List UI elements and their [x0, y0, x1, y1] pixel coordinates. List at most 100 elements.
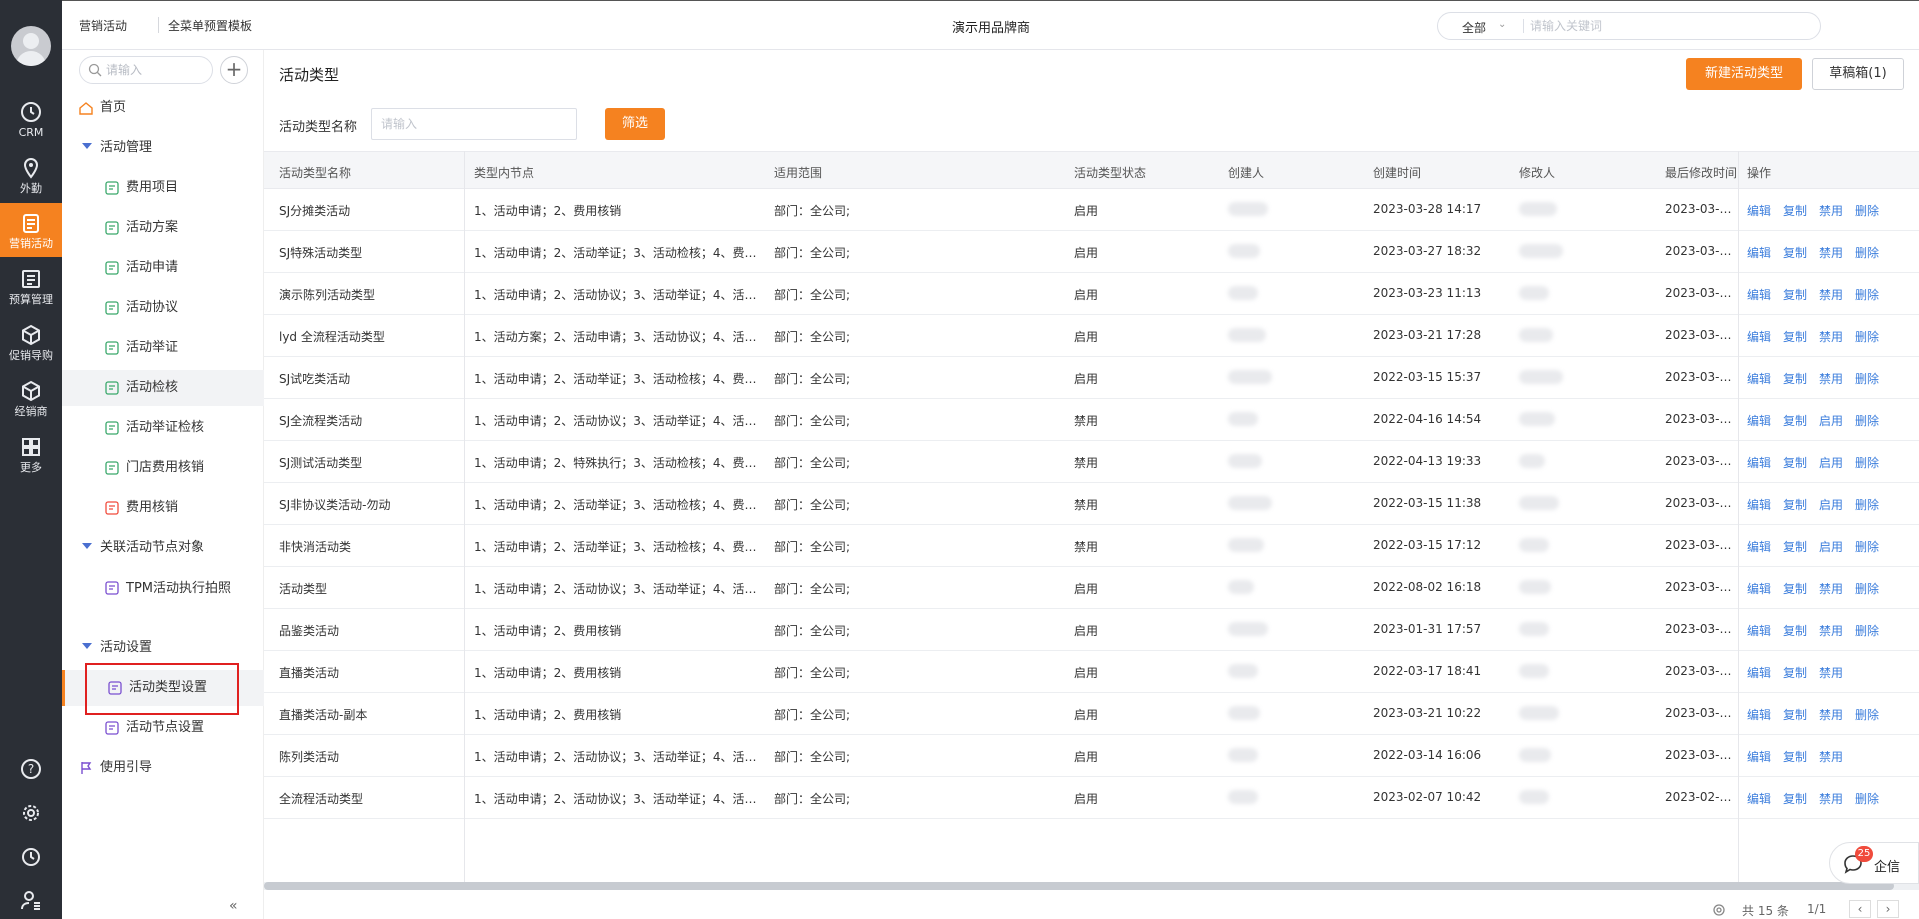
column-header[interactable]: 类型内节点	[474, 164, 534, 181]
activity-type-name[interactable]: SJ非协议类活动-勿动	[279, 496, 459, 513]
row-action-2[interactable]: 禁用	[1819, 286, 1843, 303]
activity-type-name[interactable]: SJ全流程类活动	[279, 412, 459, 429]
row-action-2[interactable]: 禁用	[1819, 244, 1843, 261]
row-action-3[interactable]: 删除	[1855, 286, 1879, 303]
rail-item-0[interactable]: CRM	[0, 92, 62, 146]
row-action-3[interactable]: 删除	[1855, 706, 1879, 723]
filter-button[interactable]: 筛选	[605, 108, 665, 140]
table-row[interactable]: SJ非协议类活动-勿动 1、活动申请；2、活动举证；3、活动检核；4、费用核销 部门…	[264, 483, 1919, 525]
row-action-0[interactable]: 编辑	[1747, 496, 1771, 513]
table-row[interactable]: 非快消活动类 1、活动申请；2、活动举证；3、活动检核；4、费用核销 部门：全公司;…	[264, 525, 1919, 567]
activity-type-name[interactable]: SJ试吃类活动	[279, 370, 459, 387]
table-row[interactable]: SJ分摊类活动 1、活动申请；2、费用核销 部门：全公司; 启用 2023-03-28 …	[264, 189, 1919, 231]
row-action-2[interactable]: 禁用	[1819, 706, 1843, 723]
history-icon[interactable]	[19, 845, 43, 869]
activity-type-name[interactable]: 非快消活动类	[279, 538, 459, 555]
prev-page-button[interactable]: ‹	[1849, 900, 1871, 918]
table-row[interactable]: 陈列类活动 1、活动申请；2、活动协议；3、活动举证；4、活动检核 部门：全公司; 启…	[264, 735, 1919, 777]
sidebar-item-5[interactable]: 活动协议	[62, 290, 264, 326]
rail-item-3[interactable]: 预算管理	[0, 259, 62, 313]
row-action-1[interactable]: 复制	[1783, 454, 1807, 471]
sidebar-item-12[interactable]: TPM活动执行拍照	[62, 570, 264, 626]
column-header[interactable]: 活动类型名称	[279, 164, 351, 181]
row-action-1[interactable]: 复制	[1783, 244, 1807, 261]
page-indicator[interactable]: 1/1	[1807, 902, 1826, 916]
row-action-0[interactable]: 编辑	[1747, 286, 1771, 303]
row-action-0[interactable]: 编辑	[1747, 622, 1771, 639]
row-action-2[interactable]: 禁用	[1819, 328, 1843, 345]
activity-type-name[interactable]: 全流程活动类型	[279, 790, 459, 807]
row-action-0[interactable]: 编辑	[1747, 370, 1771, 387]
help-icon[interactable]: ?	[19, 757, 43, 781]
avatar[interactable]	[11, 26, 51, 66]
row-action-0[interactable]: 编辑	[1747, 706, 1771, 723]
table-row[interactable]: SJ试吃类活动 1、活动申请；2、活动举证；3、活动检核；4、费用核销 部门：全公司…	[264, 357, 1919, 399]
table-row[interactable]: 品鉴类活动 1、活动申请；2、费用核销 部门：全公司; 启用 2023-01-31 17…	[264, 609, 1919, 651]
row-action-0[interactable]: 编辑	[1747, 790, 1771, 807]
table-row[interactable]: 活动类型 1、活动申请；2、活动协议；3、活动举证；4、活动检核 部门：全公司; 启用…	[264, 567, 1919, 609]
rail-item-4[interactable]: 促销导购	[0, 315, 62, 369]
row-action-2[interactable]: 禁用	[1819, 664, 1843, 681]
sidebar-item-9[interactable]: 门店费用核销	[62, 450, 264, 486]
row-action-1[interactable]: 复制	[1783, 748, 1807, 765]
table-row[interactable]: SJ全流程类活动 1、活动申请；2、活动协议；3、活动举证；4、活动检核 部门：全公…	[264, 399, 1919, 441]
crumb-template[interactable]: 全菜单预置模板	[168, 17, 252, 34]
add-menu-button[interactable]: +	[220, 56, 248, 84]
row-action-2[interactable]: 禁用	[1819, 202, 1843, 219]
row-action-1[interactable]: 复制	[1783, 706, 1807, 723]
sidebar-item-8[interactable]: 活动举证检核	[62, 410, 264, 446]
horizontal-scrollbar[interactable]	[264, 882, 1919, 890]
column-header[interactable]: 创建人	[1228, 164, 1264, 181]
global-search-input[interactable]	[1530, 17, 1800, 35]
row-action-2[interactable]: 启用	[1819, 412, 1843, 429]
table-row[interactable]: SJ特殊活动类型 1、活动申请；2、活动举证；3、活动检核；4、费用核销 部门：全公…	[264, 231, 1919, 273]
next-page-button[interactable]: ›	[1877, 900, 1899, 918]
row-action-1[interactable]: 复制	[1783, 412, 1807, 429]
sidebar-item-4[interactable]: 活动申请	[62, 250, 264, 286]
activity-type-name[interactable]: 陈列类活动	[279, 748, 459, 765]
search-scope-select[interactable]: 全部	[1462, 19, 1486, 36]
activity-type-name[interactable]: SJ分摊类活动	[279, 202, 459, 219]
activity-type-name-input[interactable]	[371, 108, 577, 140]
column-header[interactable]: 适用范围	[774, 164, 822, 181]
activity-type-name[interactable]: SJ特殊活动类型	[279, 244, 459, 261]
row-action-1[interactable]: 复制	[1783, 538, 1807, 555]
new-activity-type-button[interactable]: 新建活动类型	[1686, 58, 1802, 90]
activity-type-name[interactable]: lyd 全流程活动类型	[279, 328, 459, 345]
row-action-3[interactable]: 删除	[1855, 244, 1879, 261]
row-action-1[interactable]: 复制	[1783, 580, 1807, 597]
row-action-1[interactable]: 复制	[1783, 790, 1807, 807]
collapse-sidebar-icon[interactable]: «	[229, 898, 238, 914]
sidebar-item-2[interactable]: 费用项目	[62, 170, 264, 206]
row-action-2[interactable]: 禁用	[1819, 622, 1843, 639]
sidebar-item-11[interactable]: 关联活动节点对象	[62, 530, 264, 566]
rail-item-5[interactable]: 经销商	[0, 371, 62, 425]
row-action-1[interactable]: 复制	[1783, 286, 1807, 303]
table-row[interactable]: 直播类活动 1、活动申请；2、费用核销 部门：全公司; 启用 2022-03-17 18…	[264, 651, 1919, 693]
chevron-down-icon[interactable]: ⌄	[1498, 19, 1506, 30]
row-action-0[interactable]: 编辑	[1747, 748, 1771, 765]
column-header[interactable]: 创建时间	[1373, 164, 1421, 181]
row-action-2[interactable]: 禁用	[1819, 790, 1843, 807]
table-row[interactable]: SJ测试活动类型 1、活动申请；2、特殊执行；3、活动检核；4、费用核销 部门：全公…	[264, 441, 1919, 483]
row-action-0[interactable]: 编辑	[1747, 328, 1771, 345]
user-settings-icon[interactable]	[19, 888, 43, 912]
rail-item-6[interactable]: 更多	[0, 427, 62, 481]
sidebar-item-15[interactable]: 活动节点设置	[62, 710, 264, 746]
row-action-1[interactable]: 复制	[1783, 622, 1807, 639]
row-action-0[interactable]: 编辑	[1747, 412, 1771, 429]
row-action-2[interactable]: 启用	[1819, 496, 1843, 513]
column-header[interactable]: 最后修改时间	[1665, 164, 1737, 181]
activity-type-name[interactable]: SJ测试活动类型	[279, 454, 459, 471]
sidebar-item-16[interactable]: 使用引导	[62, 750, 264, 786]
sidebar-search-input[interactable]	[106, 62, 206, 78]
row-action-3[interactable]: 删除	[1855, 790, 1879, 807]
table-row[interactable]: 全流程活动类型 1、活动申请；2、活动协议；3、活动举证；4、活动检核 部门：全公司…	[264, 777, 1919, 819]
activity-type-name[interactable]: 品鉴类活动	[279, 622, 459, 639]
table-row[interactable]: 直播类活动-副本 1、活动申请；2、费用核销 部门：全公司; 启用 2023-03-21…	[264, 693, 1919, 735]
gear-icon[interactable]	[19, 801, 43, 825]
row-action-3[interactable]: 删除	[1855, 580, 1879, 597]
activity-type-name[interactable]: 演示陈列活动类型	[279, 286, 459, 303]
activity-type-name[interactable]: 直播类活动	[279, 664, 459, 681]
row-action-3[interactable]: 删除	[1855, 328, 1879, 345]
